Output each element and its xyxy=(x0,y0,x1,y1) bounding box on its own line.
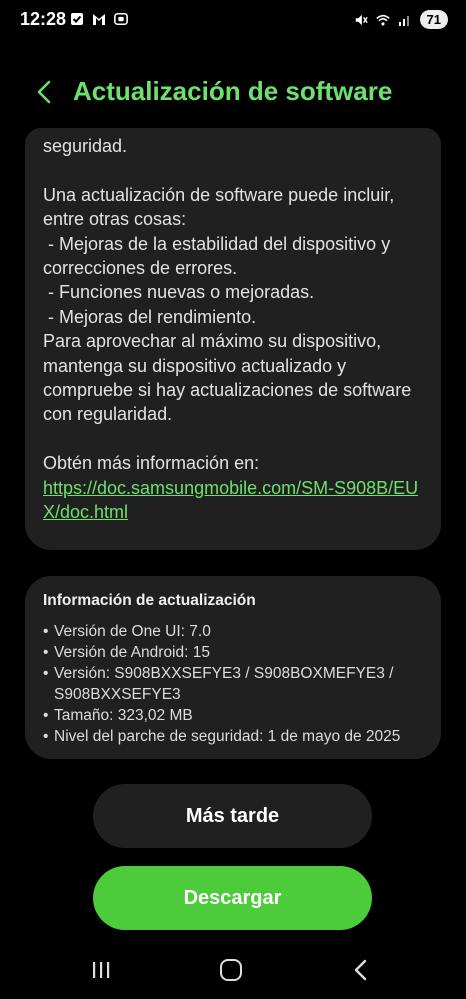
update-info-list: Versión de One UI: 7.0 Versión de Androi… xyxy=(43,621,433,747)
intro-text: Una actualización de software puede incl… xyxy=(43,184,395,230)
list-item: Versión de Android: 15 xyxy=(43,642,433,663)
signal-icon xyxy=(398,13,412,27)
more-info-label: Obtén más información en: xyxy=(43,453,260,474)
screenshot-icon xyxy=(114,12,128,26)
list-item: Tamaño: 323,02 MB xyxy=(43,705,433,726)
back-icon[interactable] xyxy=(352,959,370,981)
advice-text: Para aprovechar al máximo su dispositivo… xyxy=(43,331,412,425)
notification-icons xyxy=(70,12,128,26)
mute-icon xyxy=(354,13,368,27)
list-item: Versión: S908BXXSEFYE3 / S908BOXMEFYE3 /… xyxy=(43,663,433,705)
update-info-title: Información de actualización xyxy=(43,592,256,609)
list-item: Nivel del parche de seguridad: 1 de mayo… xyxy=(43,726,433,747)
page-header: Actualización de software xyxy=(0,70,466,114)
navigation-bar xyxy=(0,950,466,990)
wifi-icon xyxy=(375,13,390,27)
description-card: seguridad. Una actualización de software… xyxy=(25,128,441,550)
update-info-card: Información de actualización Versión de … xyxy=(25,576,441,759)
checkbox-icon xyxy=(70,12,84,26)
recent-apps-icon[interactable] xyxy=(90,960,112,980)
list-item: Versión de One UI: 7.0 xyxy=(43,621,433,642)
status-time: 12:28 xyxy=(20,9,67,29)
benefit-item-2: - Funciones nuevas o mejoradas. xyxy=(43,282,315,303)
benefit-item-3: - Mejoras del rendimiento. xyxy=(43,306,257,327)
page-title: Actualización de software xyxy=(73,76,393,106)
benefit-item-1: - Mejoras de la estabilidad del disposit… xyxy=(43,233,396,279)
chevron-left-icon[interactable] xyxy=(32,78,58,106)
home-icon[interactable] xyxy=(220,959,242,981)
battery-indicator: 71 xyxy=(419,10,448,29)
later-button[interactable]: Más tarde xyxy=(93,784,372,848)
system-status-icons: 71 xyxy=(354,10,448,29)
description-text: seguridad. Una actualización de software… xyxy=(43,134,428,524)
download-button[interactable]: Descargar xyxy=(93,866,372,930)
documentation-link[interactable]: https://doc.samsungmobile.com/SM-S908B/E… xyxy=(43,478,418,522)
gmail-icon xyxy=(92,12,106,26)
security-line: seguridad. xyxy=(43,136,128,156)
status-bar: 12:28 71 xyxy=(0,0,466,40)
